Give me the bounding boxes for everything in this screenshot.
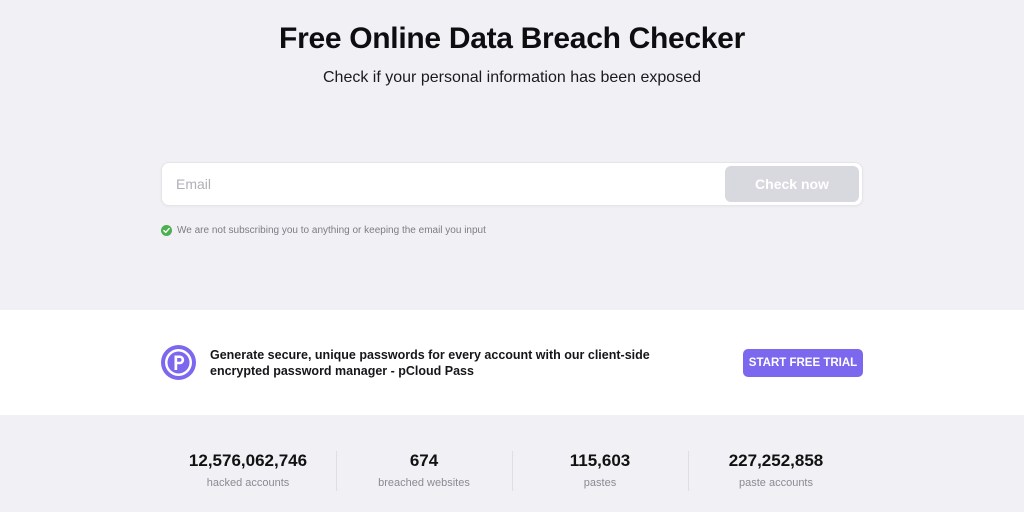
stat-label: paste accounts: [739, 477, 813, 489]
stat-paste-accounts: 227,252,858 paste accounts: [688, 451, 864, 489]
stat-label: hacked accounts: [206, 477, 290, 489]
stat-value: 12,576,062,746: [188, 451, 308, 470]
start-free-trial-button[interactable]: START FREE TRIAL: [743, 349, 863, 377]
email-search-bar: Check now: [161, 162, 863, 206]
stat-value: 115,603: [569, 451, 631, 470]
check-circle-icon: [161, 225, 172, 236]
page-subtitle: Check if your personal information has b…: [323, 69, 701, 86]
check-now-button[interactable]: Check now: [725, 166, 859, 202]
pcloud-pass-logo-icon: [161, 345, 196, 380]
privacy-notice: We are not subscribing you to anything o…: [161, 225, 486, 236]
promo-text: Generate secure, unique passwords for ev…: [210, 348, 650, 378]
stat-value: 674: [409, 451, 439, 470]
stat-value: 227,252,858: [728, 451, 824, 470]
stat-breached-websites: 674 breached websites: [336, 451, 512, 489]
promo-banner: Generate secure, unique passwords for ev…: [0, 310, 1024, 415]
stat-label: breached websites: [378, 477, 470, 489]
privacy-notice-text: We are not subscribing you to anything o…: [177, 225, 486, 236]
stat-hacked-accounts: 12,576,062,746 hacked accounts: [160, 451, 336, 489]
hero-section: Free Online Data Breach Checker Check if…: [0, 0, 1024, 310]
stats-section: 12,576,062,746 hacked accounts 674 breac…: [0, 415, 1024, 512]
page-title: Free Online Data Breach Checker: [279, 22, 745, 55]
stat-label: pastes: [583, 477, 617, 489]
stat-pastes: 115,603 pastes: [512, 451, 688, 489]
email-input[interactable]: [176, 163, 716, 205]
